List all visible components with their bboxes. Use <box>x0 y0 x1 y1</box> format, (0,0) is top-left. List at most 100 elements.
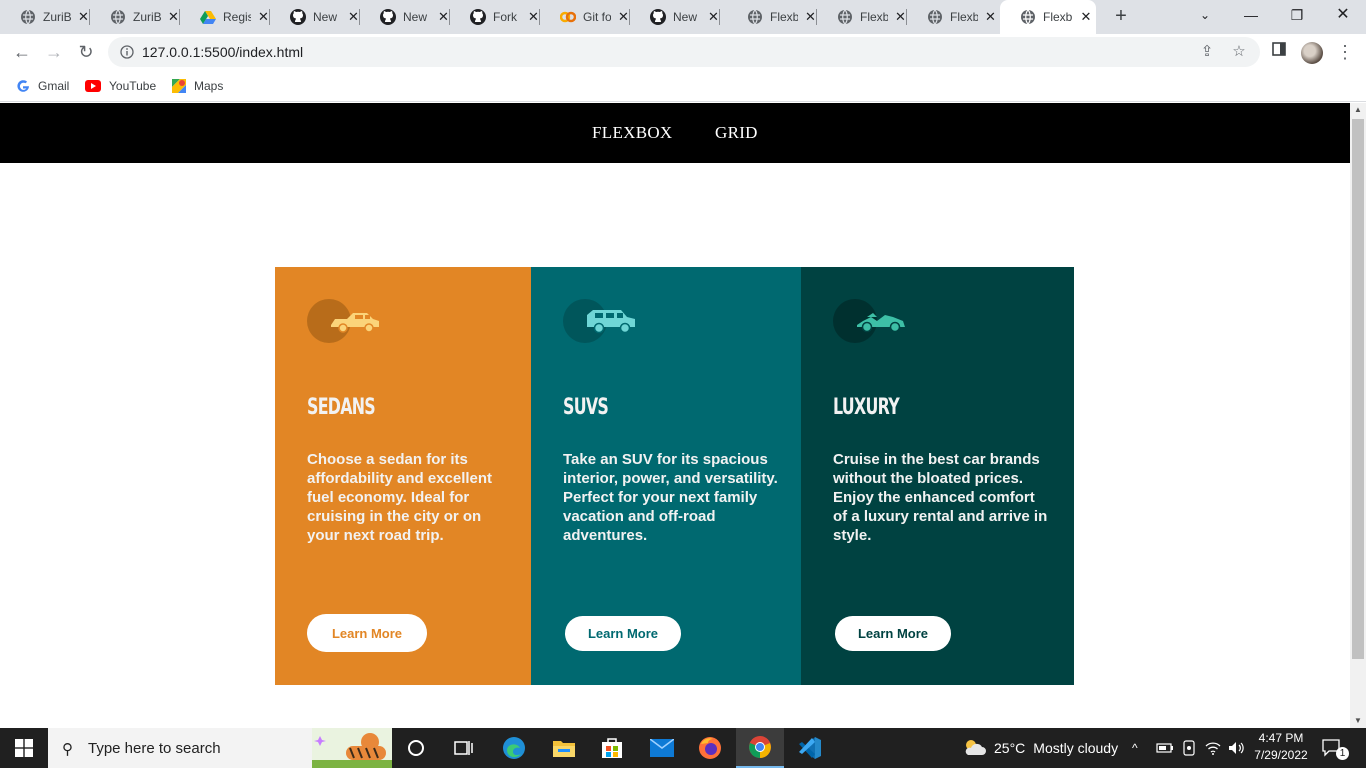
tab-title: New <box>403 10 428 24</box>
close-window-button[interactable]: ✕ <box>1320 0 1366 30</box>
card-text: Take an SUV for its spacious interior, p… <box>563 451 778 544</box>
show-hidden-icons[interactable]: ^ <box>1132 728 1138 768</box>
clock-date: 7/29/2022 <box>1254 748 1308 762</box>
page-scrollbar[interactable]: ▲ ▼ <box>1350 103 1366 728</box>
bookmark-star-icon[interactable]: ☆ <box>1230 43 1248 61</box>
card-text: Choose a sedan for its affordability and… <box>307 451 493 544</box>
youtube-icon <box>85 79 101 93</box>
taskbar-search[interactable]: ⚲ Type here to search <box>48 728 392 768</box>
browser-tab[interactable]: ZuriB ✕ <box>90 0 180 34</box>
scroll-up-arrow[interactable]: ▲ <box>1350 103 1366 117</box>
tab-title: New <box>673 10 698 24</box>
tab-strip: ZuriB ✕ ZuriB ✕ Regis ✕ New ✕ New ✕ Fork… <box>0 0 1366 34</box>
bookmark-maps[interactable]: Maps <box>172 76 223 96</box>
file-explorer-icon[interactable] <box>540 728 588 768</box>
globe-icon <box>110 9 126 25</box>
browser-tab[interactable]: Flexb ✕ <box>817 0 907 34</box>
browser-tab[interactable]: New ✕ <box>630 0 720 34</box>
globe-icon <box>1020 9 1036 25</box>
mail-icon[interactable] <box>638 728 686 768</box>
task-view-icon[interactable] <box>440 728 488 768</box>
avatar[interactable] <box>1301 42 1323 64</box>
browser-tab[interactable]: Fork ✕ <box>450 0 540 34</box>
learn-more-button[interactable]: Learn More <box>565 616 681 651</box>
browser-tab-active[interactable]: Flexb ✕ <box>1000 0 1096 34</box>
clock-time: 4:47 PM <box>1258 731 1304 745</box>
bookmark-label: Maps <box>194 79 224 93</box>
battery-icon[interactable] <box>1156 728 1174 768</box>
github-icon <box>650 9 666 25</box>
google-drive-icon <box>200 9 216 25</box>
tab-title: Git fo <box>583 10 611 24</box>
browser-tab[interactable]: Regis ✕ <box>180 0 270 34</box>
suv-icon <box>587 310 635 334</box>
forward-button[interactable]: → <box>40 38 68 66</box>
browser-tab[interactable]: ZuriB ✕ <box>0 0 90 34</box>
browser-tab[interactable]: Flexb ✕ <box>727 0 817 34</box>
notifications-icon[interactable]: 1 <box>1322 728 1349 768</box>
tab-search-icon[interactable]: ⌄ <box>1182 0 1228 30</box>
bookmark-gmail[interactable]: Gmail <box>16 76 69 96</box>
side-panel-icon[interactable] <box>1268 41 1290 63</box>
address-bar[interactable]: 127.0.0.1:5500/index.html ⇪ ☆ <box>108 37 1260 67</box>
edge-icon[interactable] <box>490 728 538 768</box>
globe-icon <box>747 9 763 25</box>
weather-temp: 25°C <box>994 740 1026 756</box>
learn-more-button[interactable]: Learn More <box>835 616 951 651</box>
restore-button[interactable]: ❐ <box>1274 0 1320 30</box>
github-icon <box>380 9 396 25</box>
browser-tab[interactable]: Git fo ✕ <box>540 0 630 34</box>
menu-icon[interactable]: ⋮ <box>1334 41 1356 63</box>
weather-text: Mostly cloudy <box>1033 740 1119 756</box>
share-icon[interactable]: ⇪ <box>1198 43 1216 61</box>
search-icon: ⚲ <box>62 741 73 758</box>
page-viewport: FLEXBOX GRID Sedans Choose a sedan for i… <box>0 103 1350 728</box>
nav-link-grid[interactable]: GRID <box>715 123 758 143</box>
browser-tab[interactable]: Flexb ✕ <box>907 0 997 34</box>
wifi-icon[interactable] <box>1205 728 1221 768</box>
scroll-down-arrow[interactable]: ▼ <box>1350 714 1366 728</box>
colab-icon <box>560 9 576 25</box>
nav-link-flexbox[interactable]: FLEXBOX <box>592 123 673 143</box>
learn-more-button[interactable]: Learn More <box>307 614 427 652</box>
bookmarks-bar: Gmail YouTube Maps <box>0 70 1366 102</box>
close-icon[interactable]: ✕ <box>984 9 997 25</box>
url-text[interactable]: 127.0.0.1:5500/index.html <box>142 44 303 60</box>
tab-title: Regis <box>223 10 251 24</box>
bookmark-label: Gmail <box>38 79 70 93</box>
browser-tab[interactable]: New ✕ <box>360 0 450 34</box>
microsoft-store-icon[interactable] <box>588 728 636 768</box>
windows-taskbar: ⚲ Type here to search 25°C Mostly cloudy… <box>0 728 1366 768</box>
globe-icon <box>20 9 36 25</box>
tab-title: Flexb <box>770 10 798 24</box>
close-icon[interactable]: ✕ <box>1079 9 1093 25</box>
vscode-icon[interactable] <box>786 728 834 768</box>
browser-tab[interactable]: New ✕ <box>270 0 360 34</box>
tab-title: Flexb <box>860 10 888 24</box>
chrome-icon[interactable] <box>736 728 784 768</box>
system-clock[interactable]: 4:47 PM 7/29/2022 <box>1246 730 1316 764</box>
device-icon[interactable] <box>1182 728 1196 768</box>
back-button[interactable]: ← <box>8 38 36 66</box>
new-tab-button[interactable]: + <box>1109 4 1133 28</box>
tab-title: Flexb <box>950 10 978 24</box>
tab-title: ZuriB <box>43 10 71 24</box>
firefox-icon[interactable] <box>686 728 734 768</box>
partly-cloudy-icon <box>962 737 986 760</box>
minimize-button[interactable]: — <box>1228 0 1274 30</box>
bookmark-youtube[interactable]: YouTube <box>85 76 156 96</box>
card-luxury: Luxury Cruise in the best car brands wit… <box>801 267 1074 685</box>
sedan-icon <box>331 313 379 333</box>
card-title: SUVs <box>563 395 609 420</box>
scroll-thumb[interactable] <box>1352 119 1364 659</box>
maps-icon <box>172 79 186 93</box>
search-placeholder[interactable]: Type here to search <box>88 740 221 757</box>
weather-widget[interactable]: 25°C Mostly cloudy <box>962 728 1118 768</box>
cortana-icon[interactable] <box>392 728 440 768</box>
bookmark-label: YouTube <box>109 79 157 93</box>
site-navbar: FLEXBOX GRID <box>0 103 1350 163</box>
windows-start-icon[interactable] <box>0 728 48 768</box>
volume-icon[interactable] <box>1228 728 1244 768</box>
info-icon[interactable] <box>120 45 134 59</box>
reload-button[interactable]: ↻ <box>72 38 100 66</box>
